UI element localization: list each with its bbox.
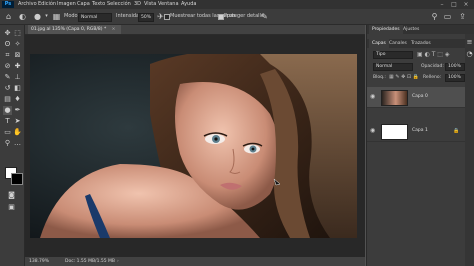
menu-ventana[interactable]: Ventana: [158, 0, 179, 9]
right-panels: Propiedades Ajustes Capas Canales Trazad…: [366, 25, 474, 266]
healing-brush-tool-icon[interactable]: ✚: [13, 62, 22, 71]
marquee-tool-icon[interactable]: ⬚: [13, 29, 22, 38]
fill-input[interactable]: 100%: [445, 74, 465, 82]
dodge-tool-preset-icon[interactable]: ◐: [18, 12, 27, 21]
brush-settings-icon[interactable]: ▦: [52, 12, 61, 21]
lasso-tool-icon[interactable]: ʘ: [3, 40, 12, 49]
lock-row: Bloq.: ▦ ✎ ✥ ⊡ 🔒 Relleno: 100%: [369, 73, 465, 82]
eyedropper-tool-icon[interactable]: ⊘: [3, 62, 12, 71]
search-icon[interactable]: ⚲: [430, 12, 439, 21]
mode-select[interactable]: Normal: [78, 13, 112, 22]
tab-paths[interactable]: Trazados: [411, 39, 431, 48]
quick-mask-icon[interactable]: ◙: [7, 191, 16, 200]
intensity-input[interactable]: 50%: [138, 13, 154, 22]
type-tool-icon[interactable]: T: [3, 117, 12, 126]
quick-selection-tool-icon[interactable]: ✧: [13, 40, 22, 49]
menu-capa[interactable]: Capa: [77, 0, 90, 9]
visibility-eye-icon[interactable]: ◉: [370, 121, 376, 141]
eraser-tool-icon[interactable]: ◧: [13, 84, 22, 93]
workspace-icon[interactable]: ▭: [443, 12, 452, 21]
home-icon[interactable]: ⌂: [4, 12, 13, 21]
lock-icons[interactable]: ▦ ✎ ✥ ⊡ 🔒: [389, 73, 419, 82]
layer-name: Capa 1: [412, 128, 428, 133]
close-window-icon[interactable]: ×: [460, 0, 472, 9]
tab-properties[interactable]: Propiedades: [369, 25, 403, 34]
photoshop-logo-icon: Ps: [2, 1, 14, 8]
minimize-icon[interactable]: –: [436, 0, 448, 9]
zoom-level[interactable]: 138.79%: [29, 257, 49, 266]
opacity-input[interactable]: 100%: [445, 63, 465, 71]
document-tab-title: 01.jpg al 135% (Capa 0, RGB/8) *: [31, 27, 107, 32]
menu-texto[interactable]: Texto: [92, 0, 105, 9]
layer-filter-row: Tipo ▣ ◐ T ⬚ ◈: [369, 50, 465, 59]
brush-size-icon[interactable]: ●: [33, 12, 42, 21]
maximize-icon[interactable]: □: [448, 0, 460, 9]
menu-edicion[interactable]: Edición: [38, 0, 56, 9]
options-bar: ⌂ ◐ ● ▾ ▦ Modo: Normal Intensidad: 50% ✈…: [0, 9, 474, 25]
panel-icon-properties[interactable]: ≡: [465, 38, 474, 47]
menu-seleccion[interactable]: Selección: [107, 0, 131, 9]
properties-panel-header: Propiedades Ajustes: [367, 25, 474, 34]
menu-3d[interactable]: 3D: [134, 0, 141, 9]
screen-mode-icon[interactable]: ▣: [7, 203, 16, 212]
layer-row-capa-0[interactable]: ◉ Capa 0: [367, 87, 466, 108]
menu-bar: Ps Archivo Edición Imagen Capa Texto Sel…: [0, 0, 474, 9]
zoom-tool-icon[interactable]: ⚲: [3, 139, 12, 148]
pen-tool-icon[interactable]: ✒: [13, 106, 22, 115]
fill-label: Relleno:: [423, 75, 442, 80]
mode-label: Modo:: [64, 13, 80, 19]
visibility-eye-icon[interactable]: ◉: [370, 87, 376, 107]
lock-label: Bloq.:: [373, 75, 386, 80]
layer-filter-select[interactable]: Tipo: [373, 51, 413, 59]
filter-icons[interactable]: ▣ ◐ T ⬚ ◈: [417, 50, 449, 59]
crop-tool-icon[interactable]: ⌗: [3, 51, 12, 60]
brush-tool-icon[interactable]: ✎: [3, 73, 12, 82]
history-brush-tool-icon[interactable]: ↺: [3, 84, 12, 93]
menu-archivo[interactable]: Archivo: [18, 0, 37, 9]
blend-mode-select[interactable]: Normal: [373, 63, 413, 71]
opacity-label: Opacidad:: [421, 64, 444, 69]
more-tools-icon[interactable]: …: [13, 139, 22, 148]
frame-tool-icon[interactable]: ⊠: [13, 51, 22, 60]
menu-imagen[interactable]: Imagen: [57, 0, 76, 9]
protect-detail-label: Proteger detalle: [224, 13, 264, 19]
hand-tool-icon[interactable]: ✋: [13, 128, 22, 137]
share-icon[interactable]: ⇪: [458, 12, 467, 21]
background-color-swatch[interactable]: [11, 173, 23, 185]
menu-ayuda[interactable]: Ayuda: [181, 0, 196, 9]
tab-adjustments[interactable]: Ajustes: [403, 25, 419, 34]
tab-layers[interactable]: Capas: [369, 39, 389, 48]
layer-thumbnail: [381, 124, 408, 140]
layers-panel-header: Capas Canales Trazados: [367, 39, 474, 48]
dodge-tool-icon[interactable]: ●: [3, 106, 12, 115]
move-tool-icon[interactable]: ✥: [3, 29, 12, 38]
layer-thumbnail: [381, 90, 408, 106]
status-bar: 138.79% Doc: 1.55 MB/1.55 MB ›: [25, 257, 365, 266]
blur-tool-icon[interactable]: ♦: [13, 95, 22, 104]
brush-preset-chevron-icon[interactable]: ▾: [42, 12, 51, 21]
pressure-icon[interactable]: ✎: [260, 12, 269, 21]
gradient-tool-icon[interactable]: ▤: [3, 95, 12, 104]
collapsed-panel-strip: ≡ ◔: [465, 34, 474, 266]
document-tab-bar: 01.jpg al 135% (Capa 0, RGB/8) * ×: [25, 25, 365, 35]
path-selection-tool-icon[interactable]: ➤: [13, 117, 22, 126]
panel-icon-history[interactable]: ◔: [465, 50, 474, 59]
status-chevron-icon[interactable]: ›: [117, 257, 119, 266]
rectangle-tool-icon[interactable]: ▭: [3, 128, 12, 137]
layer-name: Capa 0: [412, 94, 428, 99]
menu-vista[interactable]: Vista: [144, 0, 156, 9]
blend-row: Normal Opacidad: 100%: [369, 62, 465, 71]
clone-stamp-tool-icon[interactable]: ⊥: [13, 73, 22, 82]
tab-channels[interactable]: Canales: [389, 39, 407, 48]
close-document-icon[interactable]: ×: [112, 27, 116, 32]
portrait-photo[interactable]: [30, 54, 357, 238]
document-size: Doc: 1.55 MB/1.55 MB: [65, 259, 115, 264]
layer-row-capa-1[interactable]: ◉ Capa 1 🔒: [367, 121, 466, 142]
document-tab[interactable]: 01.jpg al 135% (Capa 0, RGB/8) * ×: [28, 25, 122, 34]
canvas-area[interactable]: [25, 35, 365, 257]
tools-panel: ✥ ⬚ ʘ ✧ ⌗ ⊠ ⊘ ✚ ✎ ⊥ ↺ ◧ ▤ ♦ ● ✒ T ➤ ▭ ✋ …: [0, 25, 25, 266]
layer-lock-icon: 🔒: [453, 128, 460, 134]
